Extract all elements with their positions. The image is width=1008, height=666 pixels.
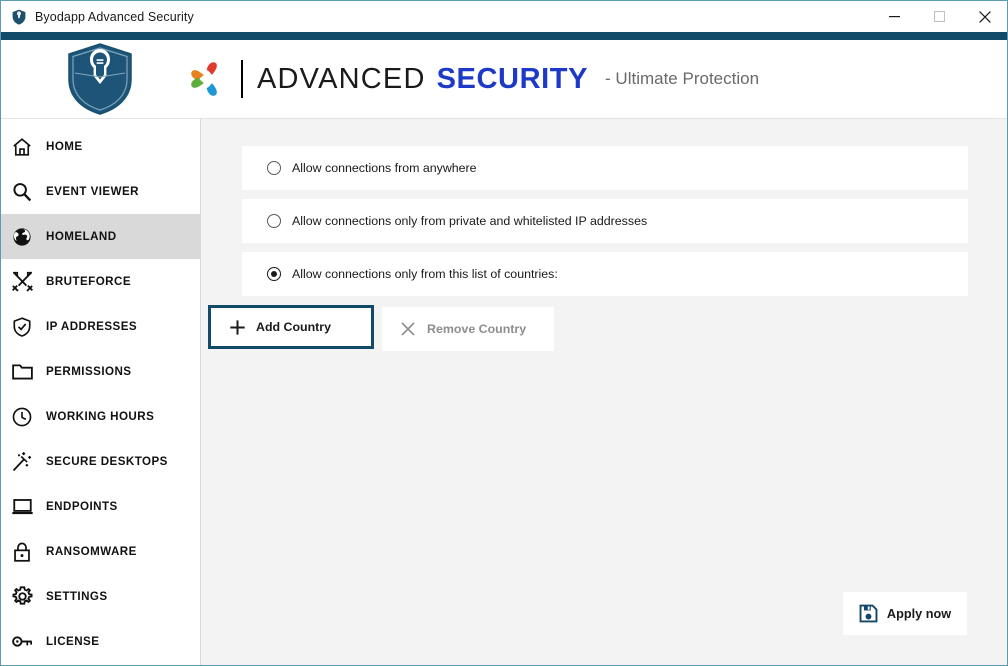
radio-allow-anywhere[interactable] [267, 161, 281, 175]
shield-icon [12, 9, 26, 25]
sidebar-item-license[interactable]: LICENSE [1, 619, 200, 664]
magic-wand-icon [9, 449, 35, 475]
accent-bar [1, 32, 1007, 40]
sidebar-item-working-hours[interactable]: WORKING HOURS [1, 394, 200, 439]
application-window: Byodapp Advanced Security ADVANCED SECUR… [0, 0, 1008, 666]
option-row-allow-anywhere[interactable]: Allow connections from anywhere [242, 146, 968, 190]
add-country-button[interactable]: Add Country [208, 305, 374, 349]
option-label: Allow connections only from private and … [292, 214, 648, 228]
sidebar-item-label: IP ADDRESSES [46, 320, 138, 333]
radio-allow-private-whitelisted[interactable] [267, 214, 281, 228]
brand-divider [241, 60, 243, 98]
knight-shield-logo [68, 43, 132, 115]
minimize-icon [889, 16, 900, 18]
sidebar-item-settings[interactable]: SETTINGS [1, 574, 200, 619]
remove-country-button[interactable]: Remove Country [382, 307, 554, 351]
window-title: Byodapp Advanced Security [35, 9, 194, 24]
plus-icon [228, 318, 246, 336]
gear-icon [9, 584, 35, 610]
sidebar-item-label: LICENSE [46, 635, 100, 648]
sidebar-item-bruteforce[interactable]: BRUTEFORCE [1, 259, 200, 304]
sidebar-item-permissions[interactable]: PERMISSIONS [1, 349, 200, 394]
close-button[interactable] [962, 1, 1007, 32]
home-icon [9, 134, 35, 160]
padlock-icon [9, 539, 35, 565]
sidebar-item-label: ENDPOINTS [46, 500, 118, 513]
folder-icon [9, 359, 35, 385]
sidebar-item-label: HOMELAND [46, 230, 117, 243]
sidebar-item-home[interactable]: HOME [1, 124, 200, 169]
sidebar-item-event-viewer[interactable]: EVENT VIEWER [1, 169, 200, 214]
brand-security-text: SECURITY [436, 62, 589, 95]
save-floppy-icon [859, 604, 878, 623]
sidebar-item-label: WORKING HOURS [46, 410, 155, 423]
brand-lockup: ADVANCED SECURITY - Ultimate Protection [187, 58, 759, 100]
brand-header: ADVANCED SECURITY - Ultimate Protection [1, 40, 1007, 119]
option-row-allow-country-list[interactable]: Allow connections only from this list of… [242, 252, 968, 296]
close-icon [978, 10, 991, 23]
apply-now-label: Apply now [886, 606, 952, 621]
sidebar-item-homeland[interactable]: HOMELAND [1, 214, 200, 259]
remove-country-label: Remove Country [427, 322, 527, 336]
minimize-button[interactable] [872, 1, 917, 32]
sidebar-item-ransomware[interactable]: RANSOMWARE [1, 529, 200, 574]
clock-icon [9, 404, 35, 430]
laptop-icon [9, 494, 35, 520]
sidebar-item-ip-addresses[interactable]: IP ADDRESSES [1, 304, 200, 349]
add-country-label: Add Country [256, 320, 332, 334]
option-row-allow-private-whitelisted[interactable]: Allow connections only from private and … [242, 199, 968, 243]
sidebar-item-label: BRUTEFORCE [46, 275, 132, 288]
sidebar-item-label: SETTINGS [46, 590, 108, 603]
shield-check-icon [9, 314, 35, 340]
brand-advanced-text: ADVANCED [257, 62, 426, 95]
crossed-swords-icon [9, 269, 35, 295]
sidebar-item-label: RANSOMWARE [46, 545, 137, 558]
sidebar-item-label: EVENT VIEWER [46, 185, 140, 198]
maximize-button[interactable] [917, 1, 962, 32]
sidebar-item-label: PERMISSIONS [46, 365, 132, 378]
maximize-icon [934, 11, 945, 22]
radio-allow-country-list[interactable] [267, 267, 281, 281]
key-icon [9, 629, 35, 655]
title-bar: Byodapp Advanced Security [1, 1, 1007, 32]
option-label: Allow connections from anywhere [292, 161, 477, 175]
apply-now-button[interactable]: Apply now [843, 592, 967, 635]
sidebar-item-label: HOME [46, 140, 83, 153]
magnifier-icon [9, 179, 35, 205]
sidebar-navigation: HOME EVENT VIEWER HOMELAND BRUTEFORCE IP… [1, 119, 201, 665]
sidebar-item-label: SECURE DESKTOPS [46, 455, 168, 468]
sidebar-item-secure-desktops[interactable]: SECURE DESKTOPS [1, 439, 200, 484]
globe-icon [9, 224, 35, 250]
option-label: Allow connections only from this list of… [292, 267, 558, 281]
colored-swirl-logo [191, 62, 217, 96]
body-area: HOME EVENT VIEWER HOMELAND BRUTEFORCE IP… [1, 119, 1007, 665]
cross-icon [399, 320, 417, 338]
brand-tagline: - Ultimate Protection [605, 69, 760, 88]
sidebar-item-endpoints[interactable]: ENDPOINTS [1, 484, 200, 529]
main-content: Allow connections from anywhere Allow co… [201, 119, 1007, 665]
